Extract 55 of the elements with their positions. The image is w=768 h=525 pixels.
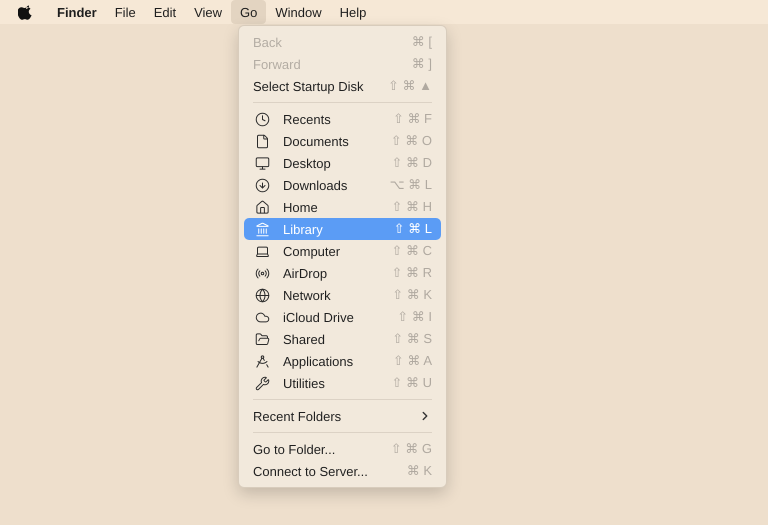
shortcut-text: ⇧ ⌘ F (392, 111, 432, 127)
menu-bar-item[interactable]: Finder (48, 0, 106, 24)
cloud-icon (255, 310, 270, 324)
menu-bar-item[interactable]: Window (266, 0, 331, 24)
compass-icon (255, 354, 270, 368)
menu-item[interactable]: Connect to Server... ⌘ K (244, 460, 441, 482)
menu-item[interactable]: Utilities ⇧ ⌘ U (244, 372, 441, 394)
shortcut-text: ⇧ ⌘ S (392, 331, 432, 347)
menu-item[interactable]: Select Startup Disk ⇧ ⌘ ▲ (244, 75, 441, 97)
laptop-icon (255, 244, 270, 258)
menu-item[interactable]: Applications ⇧ ⌘ A (244, 350, 441, 372)
download-icon (255, 178, 270, 192)
menu-item[interactable]: Shared ⇧ ⌘ S (244, 328, 441, 350)
shortcut-text: ⇧ ⌘ H (391, 199, 432, 215)
menu-item[interactable]: Documents ⇧ ⌘ O (244, 130, 441, 152)
menu-item[interactable]: Recent Folders (244, 405, 441, 427)
menu-item[interactable]: Network ⇧ ⌘ K (244, 284, 441, 306)
shortcut-text: ⇧ ⌘ U (391, 375, 432, 391)
shortcut-text: ⌥ ⌘ L (390, 177, 432, 193)
clock-icon (255, 112, 270, 126)
shortcut-text: ⌘ K (406, 463, 432, 479)
house-icon (255, 200, 270, 214)
menu-item[interactable]: Home ⇧ ⌘ H (244, 196, 441, 218)
menu-item[interactable]: Computer ⇧ ⌘ C (244, 240, 441, 262)
wrench-icon (255, 376, 270, 390)
menu-item[interactable]: Desktop ⇧ ⌘ D (244, 152, 441, 174)
menu-bar-item[interactable]: File (106, 0, 145, 24)
menu-bar-item[interactable]: Go (231, 0, 266, 24)
shortcut-text: ⇧ ⌘ L (394, 221, 432, 237)
menu-bar-item[interactable]: Help (330, 0, 376, 24)
document-icon (255, 134, 270, 148)
shortcut-text: ⌘ ] (412, 56, 432, 72)
menu-item[interactable]: Downloads ⌥ ⌘ L (244, 174, 441, 196)
shortcut-text: ⇧ ⌘ K (392, 287, 432, 303)
shortcut-text: ⇧ ⌘ I (397, 309, 432, 325)
menu-bar-item[interactable]: View (185, 0, 232, 24)
building-icon (255, 222, 270, 236)
shortcut-text: ⇧ ⌘ ▲ (388, 78, 432, 94)
menu-item[interactable]: Go to Folder... ⇧ ⌘ G (244, 438, 441, 460)
globe-icon (255, 288, 270, 302)
shortcut-text: ⇧ ⌘ C (391, 243, 432, 259)
menu-bar-item[interactable]: Edit (144, 0, 186, 24)
shortcut-text: ⇧ ⌘ R (391, 265, 432, 281)
menu-item[interactable]: iCloud Drive ⇧ ⌘ I (244, 306, 441, 328)
signal-icon (255, 266, 270, 280)
folder-icon (255, 332, 270, 346)
shortcut-text: ⇧ ⌘ D (391, 155, 432, 171)
shortcut-text: ⇧ ⌘ G (390, 441, 432, 457)
monitor-icon (255, 156, 270, 170)
shortcut-text: ⌘ [ (412, 34, 432, 50)
menu-item[interactable]: Recents ⇧ ⌘ F (244, 108, 441, 130)
menu-item[interactable]: AirDrop ⇧ ⌘ R (244, 262, 441, 284)
shortcut-text: ⇧ ⌘ A (392, 353, 432, 369)
apple-icon[interactable] (18, 4, 34, 20)
shortcut-text: ⇧ ⌘ O (390, 133, 432, 149)
